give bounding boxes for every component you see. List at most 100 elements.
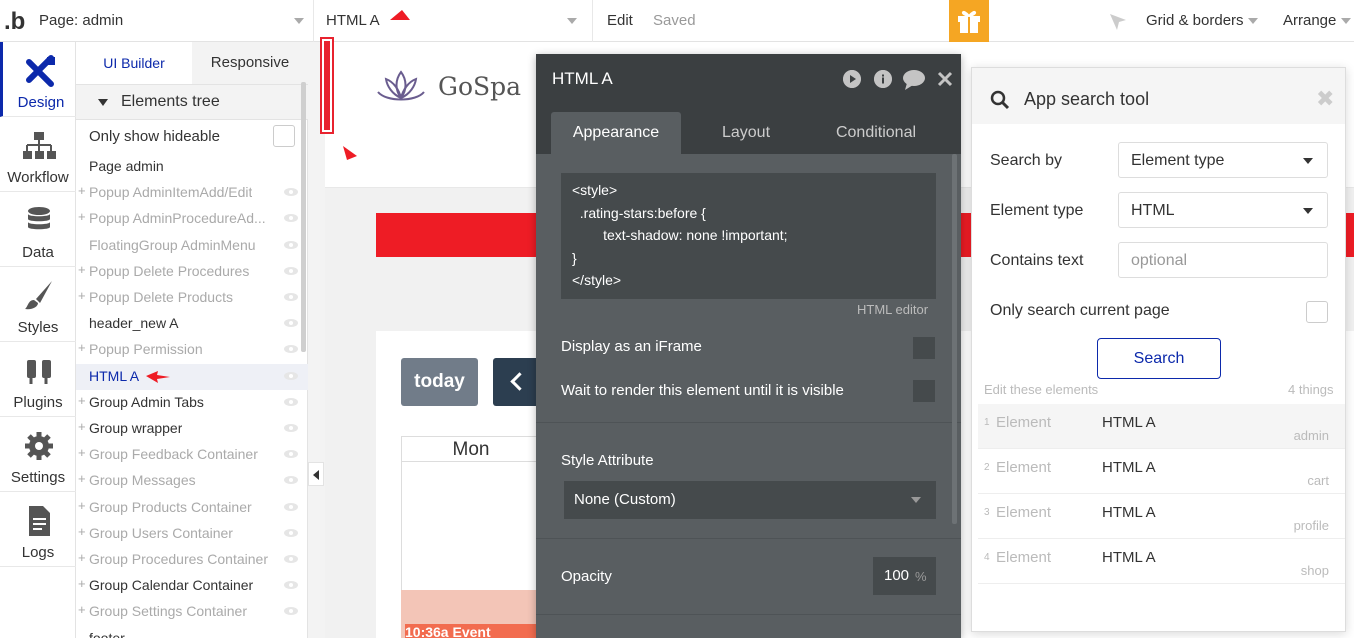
style-attribute-dropdown[interactable]: None (Custom) [564, 481, 936, 519]
search-tool-header[interactable]: App search tool ✖ [972, 68, 1345, 124]
search-button[interactable]: Search [1097, 338, 1221, 379]
wait-render-checkbox[interactable] [913, 380, 935, 402]
panel-scrollbar[interactable] [301, 82, 306, 352]
eye-icon[interactable] [284, 214, 298, 223]
tree-item[interactable]: + Group Admin Tabs [76, 390, 308, 416]
close-icon[interactable]: ✖ [1316, 86, 1334, 112]
expand-icon[interactable]: + [78, 183, 86, 198]
expand-icon[interactable]: + [78, 550, 86, 565]
gift-button[interactable] [949, 0, 989, 42]
eye-icon[interactable] [284, 502, 298, 511]
tree-item[interactable]: + Popup AdminProcedureAd... [76, 206, 308, 232]
eye-icon[interactable] [284, 581, 298, 590]
expand-icon[interactable]: + [78, 419, 86, 434]
prev-button[interactable] [493, 358, 541, 406]
tab-conditional[interactable]: Conditional [811, 112, 941, 154]
tree-item[interactable]: + Group wrapper [76, 416, 308, 442]
rail-styles[interactable]: Styles [0, 267, 76, 342]
bubble-logo[interactable]: .b [4, 8, 25, 36]
grid-borders-menu[interactable]: Grid & borders [1146, 12, 1258, 29]
tree-item[interactable]: + Group Settings Container [76, 599, 308, 625]
eye-icon[interactable] [284, 607, 298, 616]
result-row[interactable]: 3 Element HTML A profile [978, 494, 1345, 539]
tab-ui-builder[interactable]: UI Builder [76, 42, 192, 84]
eye-icon[interactable] [284, 450, 298, 459]
tree-item[interactable]: header_new A [76, 311, 308, 337]
eye-icon[interactable] [284, 293, 298, 301]
rail-design[interactable]: Design [0, 42, 76, 117]
tree-item[interactable]: + Group Users Container [76, 521, 308, 547]
html-element-selected[interactable] [320, 37, 334, 134]
html-code-editor[interactable]: <style> .rating-stars:before { text-shad… [561, 173, 936, 299]
today-button[interactable]: today [401, 358, 478, 406]
tree-item[interactable]: + Group Procedures Container [76, 547, 308, 573]
contains-text-input[interactable]: optional [1118, 242, 1328, 278]
cursor-icon[interactable] [1108, 12, 1128, 32]
collapse-panel-button[interactable] [308, 462, 324, 486]
iframe-checkbox[interactable] [913, 337, 935, 359]
tree-item[interactable]: FloatingGroup AdminMenu [76, 233, 308, 259]
result-row[interactable]: 1 Element HTML A admin [978, 404, 1345, 449]
eye-icon[interactable] [284, 371, 298, 380]
eye-icon[interactable] [284, 188, 298, 197]
tab-appearance[interactable]: Appearance [551, 112, 681, 154]
rail-plugins[interactable]: Plugins [0, 342, 76, 417]
tree-item[interactable]: + Group Products Container [76, 495, 308, 521]
expand-icon[interactable]: + [78, 288, 86, 303]
close-icon[interactable] [937, 71, 953, 87]
expand-icon[interactable]: + [78, 209, 86, 224]
result-row[interactable]: 2 Element HTML A cart [978, 449, 1345, 494]
tree-item[interactable]: + Group Messages [76, 468, 308, 494]
eye-icon[interactable] [284, 528, 298, 537]
comment-icon[interactable] [903, 70, 925, 90]
tree-item[interactable]: HTML A [76, 363, 308, 390]
expand-icon[interactable]: + [78, 524, 86, 539]
eye-icon[interactable] [284, 424, 298, 432]
rail-data[interactable]: Data [0, 192, 76, 267]
html-editor-link[interactable]: HTML editor [857, 302, 928, 317]
elements-tree-header[interactable]: Elements tree [76, 84, 308, 120]
info-icon[interactable] [874, 70, 892, 88]
play-icon[interactable] [843, 70, 861, 88]
tree-item[interactable]: + Popup Delete Procedures [76, 259, 308, 285]
tree-item[interactable]: Page admin [76, 154, 308, 180]
tree-item[interactable]: + Popup AdminItemAdd/Edit [76, 180, 308, 206]
property-editor-scrollbar[interactable] [952, 154, 957, 524]
tree-item[interactable]: + Popup Permission [76, 337, 308, 363]
element-selector[interactable]: HTML A [314, 0, 593, 42]
element-type-dropdown[interactable]: HTML [1118, 192, 1328, 228]
page-selector[interactable]: Page: admin [31, 0, 314, 42]
eye-icon[interactable] [284, 240, 298, 249]
expand-icon[interactable]: + [78, 445, 86, 460]
opacity-input[interactable]: 100 % [873, 557, 936, 595]
expand-icon[interactable]: + [78, 498, 86, 513]
tab-layout[interactable]: Layout [696, 112, 796, 154]
expand-icon[interactable]: + [78, 262, 86, 277]
rail-workflow[interactable]: Workflow [0, 117, 76, 192]
eye-icon[interactable] [284, 266, 298, 275]
rail-settings[interactable]: Settings [0, 417, 76, 492]
eye-icon[interactable] [284, 555, 298, 563]
current-page-checkbox[interactable] [1306, 301, 1328, 323]
tree-item[interactable]: + Popup Delete Products [76, 285, 308, 311]
eye-icon[interactable] [284, 319, 298, 328]
expand-icon[interactable]: + [78, 602, 86, 617]
property-editor-header[interactable]: HTML A [536, 54, 961, 102]
eye-icon[interactable] [284, 345, 298, 354]
expand-icon[interactable]: + [78, 393, 86, 408]
expand-icon[interactable]: + [78, 576, 86, 591]
hideable-checkbox[interactable] [273, 125, 295, 147]
rail-logs[interactable]: Logs [0, 492, 76, 567]
tree-item[interactable]: footer [76, 626, 308, 638]
tree-item[interactable]: + Group Feedback Container [76, 442, 308, 468]
expand-icon[interactable]: + [78, 340, 86, 355]
edit-menu[interactable]: Edit [607, 12, 633, 29]
result-row[interactable]: 4 Element HTML A shop [978, 539, 1345, 584]
tree-item[interactable]: + Group Calendar Container [76, 573, 308, 599]
search-by-dropdown[interactable]: Element type [1118, 142, 1328, 178]
eye-icon[interactable] [284, 397, 298, 406]
expand-icon[interactable]: + [78, 471, 86, 486]
tab-responsive[interactable]: Responsive [192, 42, 308, 84]
eye-icon[interactable] [284, 476, 298, 485]
arrange-menu[interactable]: Arrange [1283, 12, 1351, 29]
